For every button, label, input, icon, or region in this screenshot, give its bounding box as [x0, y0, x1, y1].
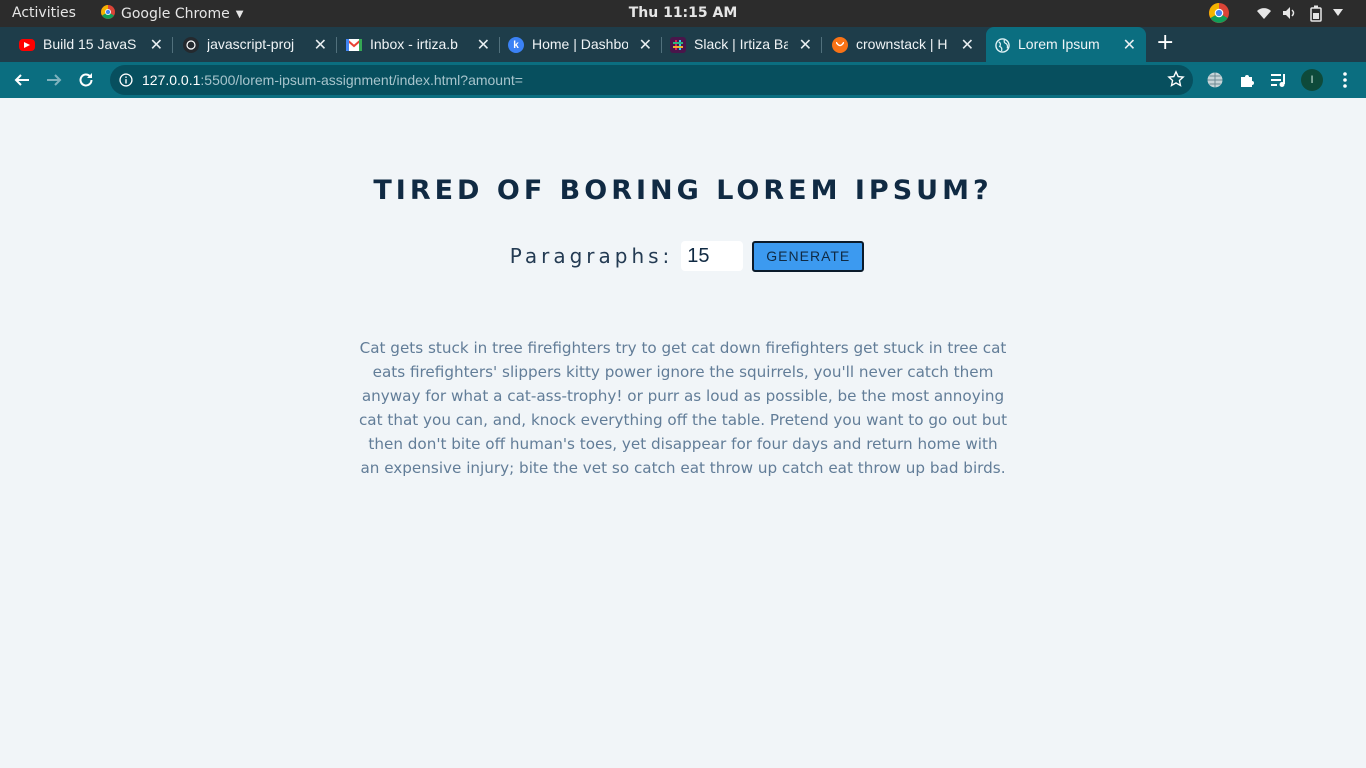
translate-extension-icon[interactable]	[1203, 68, 1227, 92]
tab-title: javascript-proj	[207, 36, 295, 52]
page-content: tired of boring lorem ipsum? Paragraphs:…	[0, 98, 1366, 768]
browser-toolbar: 127.0.0.1:5500/lorem-ipsum-assignment/in…	[0, 62, 1366, 98]
app-menu-label: Google Chrome	[121, 6, 230, 22]
forward-arrow-icon[interactable]	[42, 68, 66, 92]
chrome-icon	[101, 5, 115, 23]
wifi-icon	[1256, 6, 1272, 20]
tab-title: crownstack | H	[856, 36, 948, 52]
tab-javascript-projects[interactable]: javascript-proj ✕	[175, 27, 337, 62]
close-icon[interactable]: ✕	[961, 35, 974, 55]
amount-input[interactable]	[681, 241, 744, 271]
volume-icon	[1282, 6, 1298, 20]
crownstack-icon	[832, 37, 848, 53]
tab-title: Slack | Irtiza Ba	[694, 36, 788, 52]
k-icon: k	[508, 37, 524, 53]
tab-lorem-ipsum[interactable]: Lorem Ipsum ✕	[986, 27, 1146, 62]
globe-icon	[994, 37, 1010, 53]
battery-icon	[1310, 5, 1322, 22]
clock[interactable]: Thu 11:15 AM	[629, 5, 738, 21]
close-icon[interactable]: ✕	[1123, 35, 1136, 55]
close-icon[interactable]: ✕	[477, 35, 490, 55]
lorem-text: Cat gets stuck in tree firefighters try …	[358, 336, 1008, 480]
github-icon	[183, 37, 199, 53]
profile-avatar[interactable]: I	[1301, 69, 1323, 91]
more-menu-icon[interactable]	[1333, 68, 1357, 92]
url-text: 127.0.0.1:5500/lorem-ipsum-assignment/in…	[142, 72, 523, 88]
tab-home-dashboard[interactable]: k Home | Dashbo ✕	[500, 27, 662, 62]
lorem-paragraph: Cat gets stuck in tree firefighters try …	[358, 339, 1008, 477]
close-icon[interactable]: ✕	[799, 35, 812, 55]
close-icon[interactable]: ✕	[314, 35, 327, 55]
close-icon[interactable]: ✕	[150, 35, 163, 55]
info-icon[interactable]	[119, 72, 133, 91]
url-host: 127.0.0.1	[142, 72, 201, 88]
extensions-puzzle-icon[interactable]	[1235, 68, 1259, 92]
chrome-icon[interactable]	[1209, 3, 1229, 23]
slack-icon	[670, 37, 686, 53]
tab-build-15-javascript[interactable]: Build 15 JavaS ✕	[11, 27, 173, 62]
tab-separator	[172, 37, 173, 53]
address-bar[interactable]: 127.0.0.1:5500/lorem-ipsum-assignment/in…	[110, 65, 1193, 95]
media-playlist-icon[interactable]	[1267, 68, 1291, 92]
back-arrow-icon[interactable]	[10, 68, 34, 92]
tab-title: Home | Dashbo	[532, 36, 628, 52]
new-tab-button[interactable]: +	[1156, 30, 1174, 55]
tab-separator	[336, 37, 337, 53]
generate-button[interactable]: generate	[752, 240, 865, 272]
tab-gmail-inbox[interactable]: Inbox - irtiza.b ✕	[338, 27, 500, 62]
url-path: :5500/lorem-ipsum-assignment/index.html?…	[200, 72, 523, 88]
close-icon[interactable]: ✕	[639, 35, 652, 55]
gmail-icon	[346, 37, 362, 53]
lorem-form: Paragraphs: generate	[0, 240, 1366, 272]
tab-strip: Build 15 JavaS ✕ javascript-proj ✕ Inbox…	[0, 27, 1366, 80]
paragraphs-label: Paragraphs:	[509, 244, 674, 268]
youtube-icon	[19, 39, 35, 51]
power-menu-icon[interactable]	[1333, 9, 1343, 17]
tab-separator	[821, 37, 822, 53]
system-top-bar: Activities Google Chrome ▼ Thu 11:15 AM	[0, 0, 1366, 27]
tab-crownstack[interactable]: crownstack | H ✕	[824, 27, 984, 62]
chevron-down-icon: ▼	[235, 8, 244, 20]
bookmark-star-icon[interactable]	[1167, 70, 1185, 92]
app-menu[interactable]: Google Chrome ▼	[101, 5, 243, 23]
activities-button[interactable]: Activities	[12, 5, 76, 21]
tab-title: Build 15 JavaS	[43, 36, 137, 52]
tab-slack[interactable]: Slack | Irtiza Ba ✕	[662, 27, 822, 62]
tab-title: Lorem Ipsum	[1018, 36, 1100, 52]
tab-title: Inbox - irtiza.b	[370, 36, 458, 52]
reload-icon[interactable]	[74, 68, 98, 92]
page-title: tired of boring lorem ipsum?	[373, 175, 993, 206]
